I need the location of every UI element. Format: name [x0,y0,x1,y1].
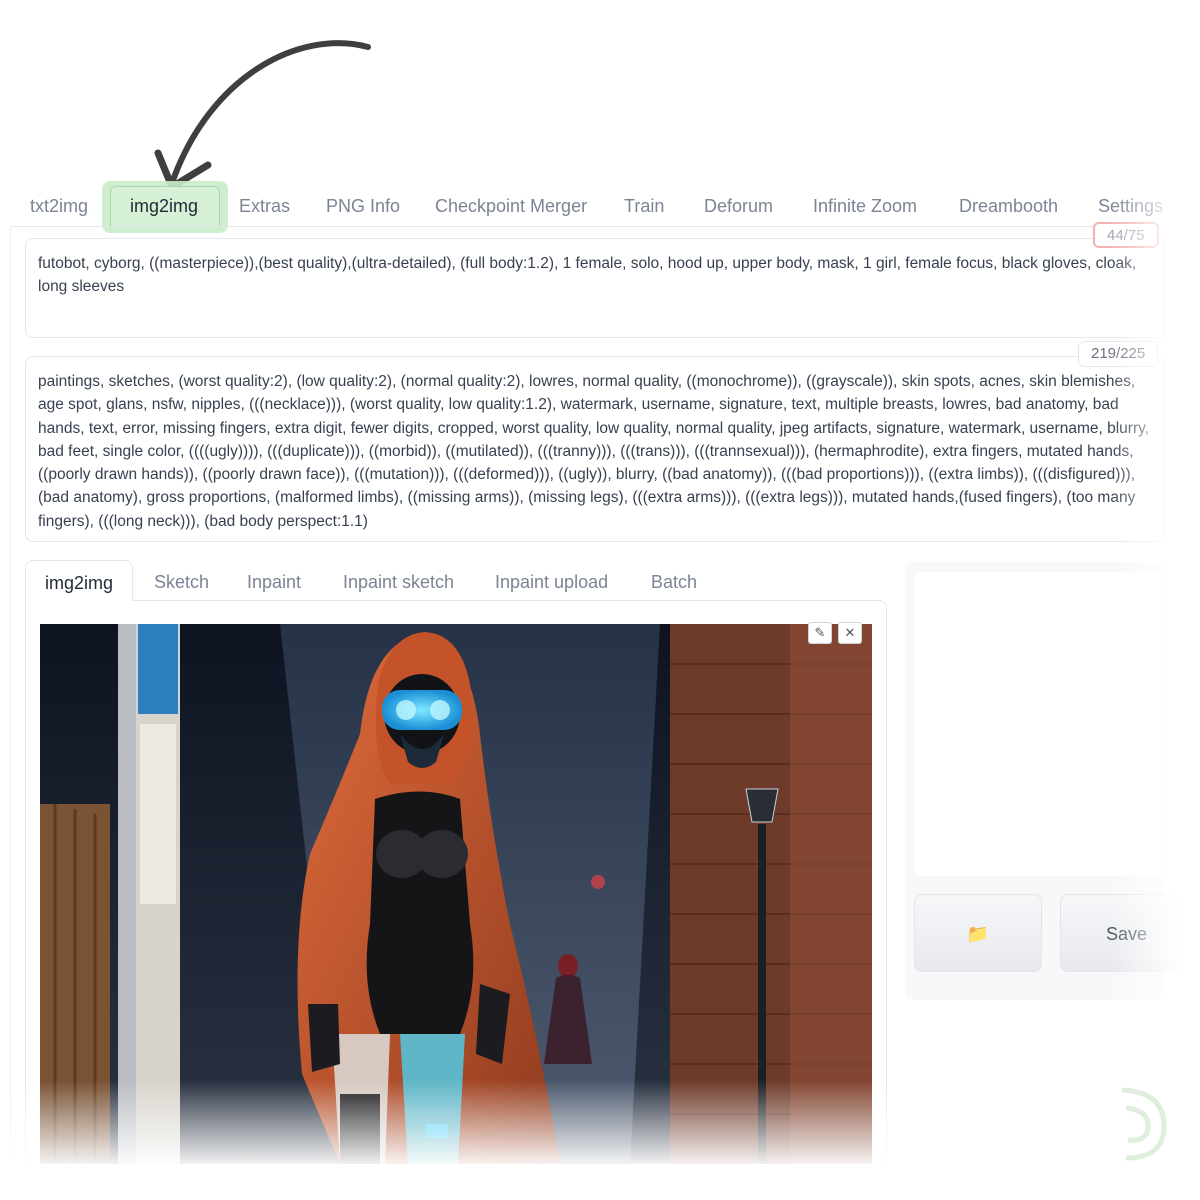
subtab-inpaint-upload[interactable]: Inpaint upload [495,560,608,602]
tab-extras[interactable]: Extras [239,180,290,228]
tab-settings[interactable]: Settings [1098,180,1163,228]
pencil-icon: ✎ [814,625,826,640]
subtab-inpaint-sketch[interactable]: Inpaint sketch [343,560,454,602]
prompt-input[interactable]: futobot, cyborg, ((masterpiece)),(best q… [25,238,1165,338]
prompt-text: futobot, cyborg, ((masterpiece)),(best q… [38,255,1137,296]
subtab-img2img[interactable]: img2img [25,560,134,602]
tab-infinite-zoom[interactable]: Infinite Zoom [813,180,917,228]
clear-image-button[interactable]: ✕ [838,622,862,644]
subtab-batch[interactable]: Batch [651,560,697,602]
output-gallery [914,572,1164,876]
top-tab-bar: txt2img img2img Extras PNG Info Checkpoi… [0,180,1200,228]
tab-txt2img[interactable]: txt2img [30,180,88,228]
folder-icon: 📁 [966,924,990,944]
negative-prompt-token-counter: 219/225 [1078,341,1159,367]
tab-train[interactable]: Train [624,180,664,228]
subtab-sketch[interactable]: Sketch [154,560,209,602]
negative-prompt-text: paintings, sketches, (worst quality:2), … [38,373,1150,530]
tab-deforum[interactable]: Deforum [704,180,773,228]
tab-dreambooth[interactable]: Dreambooth [959,180,1058,228]
tab-bar-divider [10,226,1160,227]
img2img-mode-tabs: img2img Sketch Inpaint Inpaint sketch In… [25,560,887,602]
tab-png-info[interactable]: PNG Info [326,180,400,228]
watermark-logo [1121,1087,1167,1161]
subtab-inpaint[interactable]: Inpaint [247,560,301,602]
open-folder-button[interactable]: 📁 [914,894,1042,972]
tab-checkpoint-merger[interactable]: Checkpoint Merger [435,180,587,228]
source-image-illustration [40,624,872,1164]
save-button[interactable]: Save [1060,894,1200,972]
tab-img2img[interactable]: img2img [130,180,198,228]
edit-image-button[interactable]: ✎ [808,622,832,644]
source-image[interactable] [40,624,872,1164]
close-icon: ✕ [844,625,856,640]
prompt-token-counter: 44/75 [1093,222,1159,248]
negative-prompt-input[interactable]: paintings, sketches, (worst quality:2), … [25,356,1165,542]
panel-left-border [10,226,11,1166]
